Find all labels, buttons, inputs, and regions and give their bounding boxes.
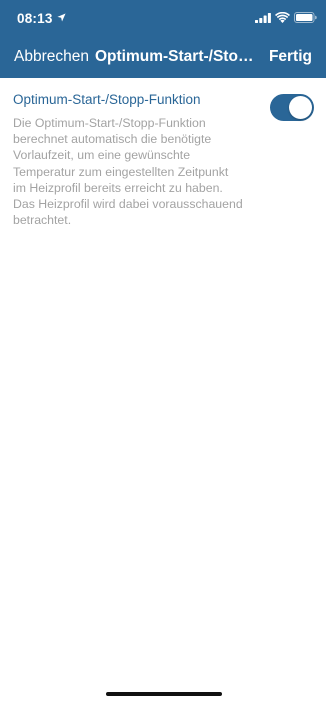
- description-line: Das Heizprofil wird dabei vorausschauend: [13, 197, 243, 212]
- location-arrow-icon: [57, 13, 66, 22]
- toggle-knob: [289, 96, 312, 119]
- done-button[interactable]: Fertig: [269, 48, 312, 66]
- cellular-signal-icon: [255, 13, 271, 23]
- battery-icon: [294, 12, 317, 23]
- setting-title: Optimum-Start-/Stopp-Funktion: [13, 92, 201, 107]
- description-line: Vorlaufzeit, um eine gewünschte: [13, 148, 191, 163]
- home-indicator[interactable]: [106, 692, 222, 696]
- setting-description: Die Optimum-Start-/Stopp-Funktion berech…: [13, 115, 275, 228]
- cancel-button[interactable]: Abbrechen: [14, 48, 89, 66]
- page-title: Optimum-Start-/Stopp-Funktion: [95, 48, 261, 65]
- navigation-bar: Abbrechen Optimum-Start-/Stopp-Funktion …: [0, 42, 326, 74]
- description-line: Temperatur zum eingestellten Zeitpunkt: [13, 164, 229, 179]
- status-time: 08:13: [17, 11, 53, 26]
- description-line: Die Optimum-Start-/Stopp-Funktion: [13, 116, 206, 130]
- description-line: betrachtet.: [13, 213, 72, 228]
- top-bar: 08:13 Abbrechen Optimum-Start-/Stopp-Fun…: [0, 0, 326, 78]
- description-line: im Heizprofil bereits erreicht zu haben.: [13, 180, 223, 195]
- status-bar: 08:13: [0, 0, 326, 36]
- wifi-icon: [275, 12, 290, 23]
- optimum-start-stop-toggle[interactable]: [270, 94, 314, 121]
- description-line: berechnet automatisch die benötigte: [13, 132, 212, 147]
